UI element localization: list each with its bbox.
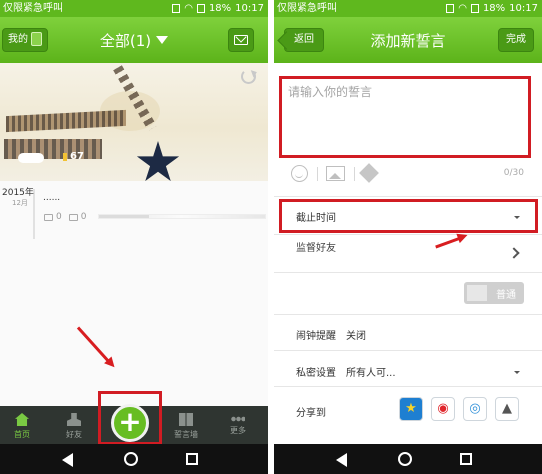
comment-icon xyxy=(68,213,78,221)
carrier-text: 仅限紧急呼叫 xyxy=(3,3,63,14)
weibo-share-icon[interactable]: ◉ xyxy=(431,397,455,421)
back-icon[interactable] xyxy=(336,453,347,467)
tab-friends-label: 好友 xyxy=(66,430,82,439)
comment-count: 0 xyxy=(80,212,87,222)
clock: 10:17 xyxy=(509,3,538,14)
alarm-value: 关闭 xyxy=(346,331,366,342)
highlight-box xyxy=(279,76,531,158)
recents-icon[interactable] xyxy=(186,453,198,465)
visibility-toggle-row: 普通 xyxy=(274,272,542,314)
supervisor-label: 监督好友 xyxy=(296,243,336,254)
home-circle-icon[interactable] xyxy=(398,452,412,466)
system-nav-bar xyxy=(274,444,542,474)
image-count: 0 xyxy=(56,212,62,222)
app-header: 返回 添加新誓言 完成 xyxy=(274,17,542,63)
status-bar: 仅限紧急呼叫 ◠ 18% 10:17 xyxy=(274,0,542,17)
star-shape xyxy=(136,141,180,181)
caret-down-icon xyxy=(514,371,520,374)
input-toolbar: 0/30 xyxy=(274,163,542,187)
emoji-icon[interactable] xyxy=(291,165,308,182)
tab-more[interactable]: 更多 xyxy=(218,406,258,444)
recents-icon[interactable] xyxy=(460,453,472,465)
like-count: 67 xyxy=(70,151,84,162)
battery-icon xyxy=(470,4,479,13)
app-header: 我的 全部(1) xyxy=(0,17,268,63)
char-count: 0/30 xyxy=(503,168,524,178)
cloud-icon xyxy=(18,153,44,163)
friends-icon xyxy=(67,413,81,426)
toggle-label: 普通 xyxy=(496,290,516,301)
vow-meta: 0 0 xyxy=(44,212,86,222)
more-icon xyxy=(231,416,245,422)
left-screen: 仅限紧急呼叫 ◠ 18% 10:17 我的 全部(1) 67 2015年 12月… xyxy=(0,0,268,474)
carrier-text: 仅限紧急呼叫 xyxy=(277,3,337,14)
wifi-icon: ◠ xyxy=(458,3,467,14)
stamp-icon[interactable] xyxy=(359,163,379,183)
highlight-box xyxy=(279,199,538,233)
done-button[interactable]: 完成 xyxy=(498,28,534,52)
tencent-weibo-share-icon[interactable]: ◎ xyxy=(463,397,487,421)
tab-home-label: 首页 xyxy=(14,430,30,439)
right-screen: 仅限紧急呼叫 ◠ 18% 10:17 返回 添加新誓言 完成 0/30 截止 xyxy=(274,0,542,474)
message-button[interactable] xyxy=(228,28,254,52)
other-share-icon[interactable]: ▲ xyxy=(495,397,519,421)
sim-icon xyxy=(172,4,181,13)
sim-icon xyxy=(446,4,455,13)
vow-progress-fill xyxy=(99,215,149,218)
done-label: 完成 xyxy=(506,34,526,45)
tab-vow-wall-label: 誓言墙 xyxy=(174,430,198,439)
tab-more-label: 更多 xyxy=(230,426,246,435)
privacy-row[interactable]: 私密设置 所有人可... xyxy=(274,350,542,386)
image-count-icon xyxy=(44,213,53,221)
back-icon[interactable] xyxy=(62,453,73,467)
caret-down-icon xyxy=(156,36,169,44)
home-icon xyxy=(15,413,29,426)
vow-feed: 2015年 12月 ...... 0 0 xyxy=(0,181,268,406)
battery-percent: 18% xyxy=(482,3,506,14)
page-title: 全部(1) xyxy=(99,32,152,50)
refresh-icon[interactable] xyxy=(241,69,256,84)
vow-progress-bar xyxy=(98,214,266,219)
vow-text[interactable]: ...... xyxy=(43,193,60,203)
grid-icon xyxy=(179,413,193,426)
tab-vow-wall[interactable]: 誓言墙 xyxy=(166,406,206,444)
home-circle-icon[interactable] xyxy=(124,452,138,466)
highlight-box xyxy=(98,391,162,445)
date-year: 2015年 xyxy=(2,188,34,198)
share-row: 分享到 ★ ◉ ◎ ▲ xyxy=(274,386,542,430)
visibility-toggle[interactable]: 普通 xyxy=(464,282,524,304)
privacy-value: 所有人可... xyxy=(346,368,396,379)
battery-percent: 18% xyxy=(208,3,232,14)
system-nav-bar xyxy=(0,444,268,474)
status-bar: 仅限紧急呼叫 ◠ 18% 10:17 xyxy=(0,0,268,17)
chevron-right-icon xyxy=(508,247,520,259)
qzone-share-icon[interactable]: ★ xyxy=(399,397,423,421)
date-month: 12月 xyxy=(12,199,28,207)
battery-icon xyxy=(196,4,205,13)
alarm-row[interactable]: 闹钟提醒 关闭 xyxy=(274,314,542,350)
wifi-icon: ◠ xyxy=(184,3,193,14)
clock: 10:17 xyxy=(235,3,264,14)
mail-icon xyxy=(234,35,248,45)
tab-friends[interactable]: 好友 xyxy=(54,406,94,444)
cover-image: 67 xyxy=(0,63,268,181)
tab-home[interactable]: 首页 xyxy=(2,406,42,444)
privacy-label: 私密设置 xyxy=(296,368,336,379)
image-icon[interactable] xyxy=(326,166,345,181)
alarm-label: 闹钟提醒 xyxy=(296,331,336,342)
supervisor-row[interactable]: 监督好友 xyxy=(274,234,542,272)
toggle-knob xyxy=(467,285,487,301)
